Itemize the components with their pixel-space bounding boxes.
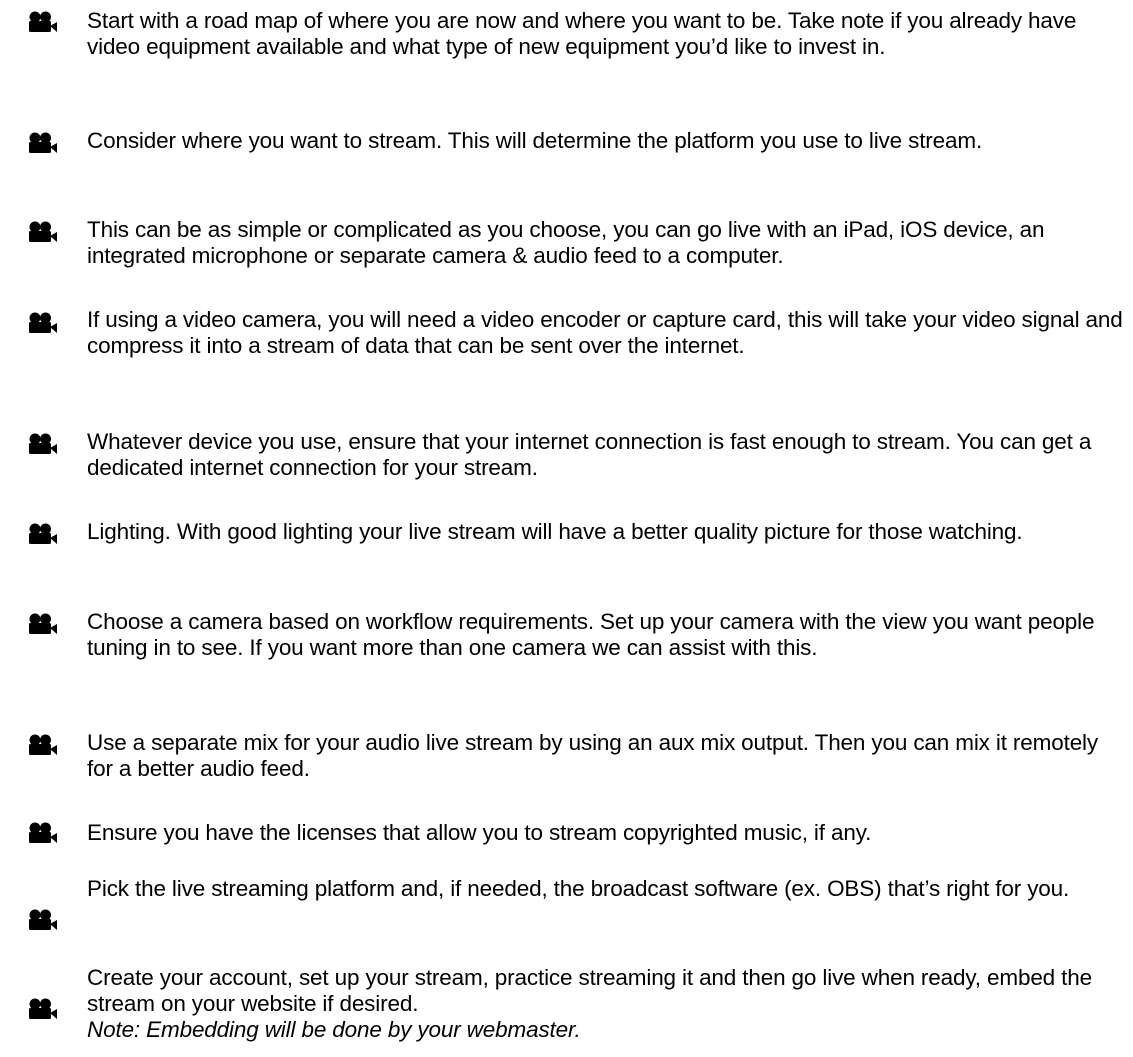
list-item-text: Consider where you want to stream. This … [87, 128, 983, 153]
list-item-note: Note: Embedding will be done by your web… [87, 1017, 581, 1042]
video-camera-icon [28, 132, 58, 154]
video-camera-icon [28, 523, 58, 545]
list-item-text: If using a video camera, you will need a… [87, 307, 1123, 358]
list-item-text: Lighting. With good lighting your live s… [87, 519, 1023, 544]
video-camera-icon [28, 822, 58, 844]
video-camera-icon [28, 221, 58, 243]
list-item-content: Create your account, set up your stream,… [87, 965, 1127, 1043]
list-item-text: This can be as simple or complicated as … [87, 217, 1045, 268]
video-camera-icon [28, 312, 58, 334]
list-item-text: Use a separate mix for your audio live s… [87, 730, 1099, 781]
list-item-text: Create your account, set up your stream,… [87, 965, 1092, 1016]
video-camera-icon [28, 998, 58, 1020]
list-item-text: Start with a road map of where you are n… [87, 8, 1077, 59]
list-item-text: Ensure you have the licenses that allow … [87, 820, 872, 845]
video-camera-icon [28, 909, 58, 931]
list-item-text: Choose a camera based on workflow requir… [87, 609, 1095, 660]
list-item-text: Pick the live streaming platform and, if… [87, 876, 1070, 901]
list-item-text: Whatever device you use, ensure that you… [87, 429, 1092, 480]
streaming-checklist: Start with a road map of where you are n… [0, 0, 1133, 1057]
video-camera-icon [28, 734, 58, 756]
video-camera-icon [28, 11, 58, 33]
video-camera-icon [28, 433, 58, 455]
video-camera-icon [28, 613, 58, 635]
